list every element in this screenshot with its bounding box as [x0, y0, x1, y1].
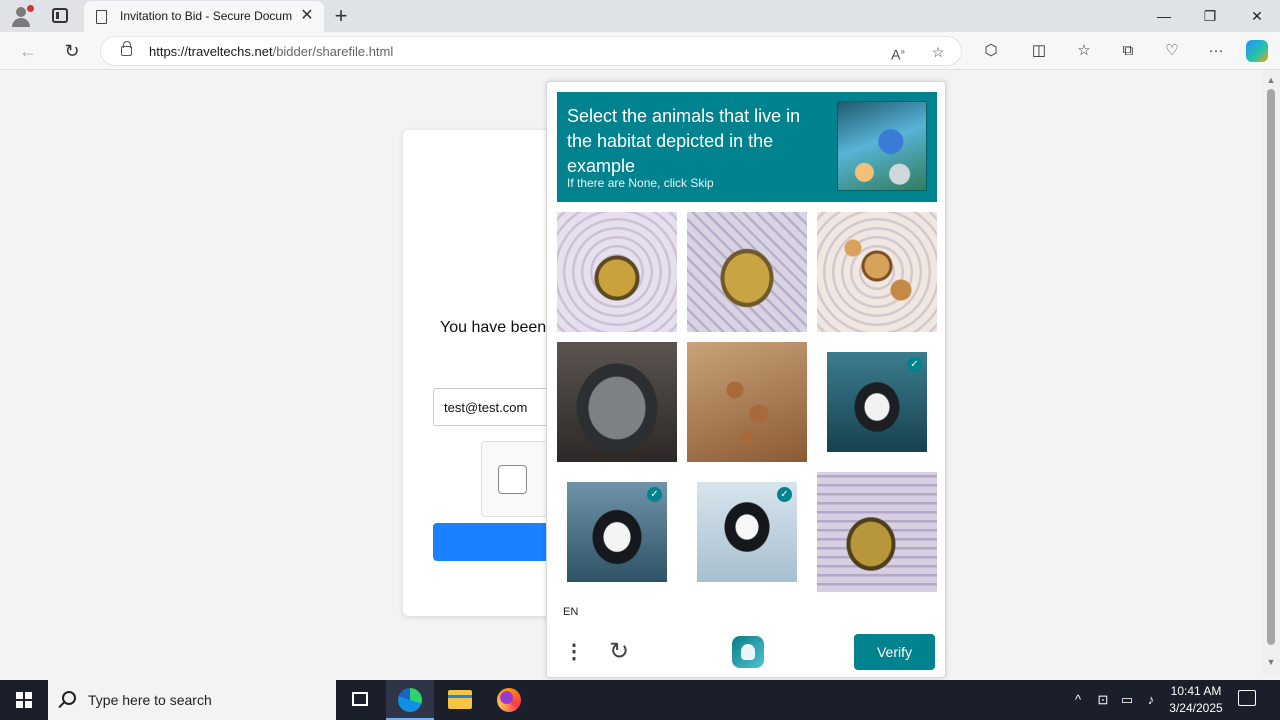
split-screen-icon[interactable]: ◫ — [1026, 38, 1052, 64]
close-window-button[interactable]: ✕ — [1234, 0, 1280, 32]
profile-icon[interactable] — [8, 4, 36, 28]
taskbar-file-explorer[interactable] — [436, 680, 484, 720]
browser-essentials-icon[interactable]: ♡ — [1159, 38, 1185, 64]
challenge-tile-race-car[interactable] — [817, 472, 937, 592]
challenge-tile-giraffe[interactable] — [817, 212, 937, 332]
challenge-tile-penguin[interactable]: ✓ — [567, 482, 667, 582]
favorite-star-icon[interactable]: ☆ — [927, 41, 949, 63]
taskbar: Type here to search ^ ⊡ ▭ ♪ 10:41 AM 3/2… — [0, 680, 1280, 720]
notification-icon[interactable] — [1238, 690, 1256, 706]
challenge-tile-race-car[interactable] — [687, 212, 807, 332]
clock-date: 3/24/2025 — [1169, 701, 1223, 715]
new-tab-button[interactable]: + — [330, 2, 352, 30]
back-button[interactable]: ← — [13, 37, 43, 65]
task-view-button[interactable] — [336, 680, 384, 720]
volume-icon[interactable]: ♪ — [1142, 690, 1160, 710]
taskbar-search[interactable]: Type here to search — [48, 680, 336, 720]
tab-actions-icon[interactable] — [52, 8, 68, 23]
restore-button[interactable]: ❐ — [1187, 0, 1233, 32]
captcha-checkbox[interactable] — [498, 465, 527, 494]
challenge-tile-penguin[interactable]: ✓ — [697, 482, 797, 582]
windows-logo-icon — [16, 692, 32, 708]
url-host: https://traveltechs.net — [149, 44, 273, 59]
folder-icon — [448, 690, 472, 709]
extensions-icon[interactable]: ⬡ — [978, 38, 1004, 64]
challenge-tile-giraffe[interactable] — [687, 342, 807, 462]
task-view-icon — [352, 692, 368, 706]
search-icon — [62, 691, 76, 705]
menu-dots-icon[interactable]: ⋮ — [563, 640, 585, 664]
more-options-icon[interactable]: ··· — [1203, 38, 1229, 64]
challenge-tile-race-car[interactable] — [557, 212, 677, 332]
url-path: /bidder/sharefile.html — [272, 44, 394, 59]
verify-button[interactable]: Verify — [854, 634, 935, 670]
favorites-icon[interactable]: ☆ — [1071, 38, 1097, 64]
lock-icon[interactable] — [121, 41, 132, 56]
captcha-challenge: Select the animals that live in the habi… — [546, 81, 946, 678]
navigation-bar: ← ↻ https://traveltechs.net/bidder/share… — [0, 32, 1280, 70]
address-bar[interactable]: https://traveltechs.net/bidder/sharefile… — [100, 36, 962, 66]
edge-icon — [398, 688, 422, 712]
challenge-subprompt: If there are None, click Skip — [567, 176, 714, 190]
selected-check-icon: ✓ — [907, 357, 922, 372]
card-message: You have been — [440, 319, 547, 336]
chevron-up-icon[interactable]: ^ — [1070, 690, 1086, 710]
taskbar-edge[interactable] — [386, 680, 434, 720]
selected-check-icon: ✓ — [647, 487, 662, 502]
challenge-prompt: Select the animals that live in the habi… — [567, 106, 801, 176]
search-placeholder: Type here to search — [88, 692, 212, 708]
display-icon[interactable]: ▭ — [1118, 690, 1136, 710]
taskbar-firefox[interactable] — [485, 680, 533, 720]
page-scrollbar[interactable]: ▲ ▼ — [1262, 71, 1280, 677]
challenge-header: Select the animals that live in the habi… — [557, 92, 937, 202]
minimize-button[interactable]: — — [1141, 0, 1187, 32]
browser-title-bar: Invitation to Bid - Secure Docum ✕ + — ❐… — [0, 0, 1280, 32]
challenge-tile-pressure-cooker[interactable] — [557, 342, 677, 462]
start-button[interactable] — [0, 680, 48, 720]
watermark-logo — [1038, 608, 1238, 668]
copilot-icon[interactable] — [1246, 40, 1268, 62]
example-image — [837, 101, 927, 191]
collections-icon[interactable]: ⧉ — [1115, 38, 1141, 64]
clock-time: 10:41 AM — [1170, 684, 1222, 698]
scroll-down-icon[interactable]: ▼ — [1266, 657, 1276, 667]
refresh-challenge-icon[interactable]: ↻ — [605, 638, 633, 666]
page-icon — [96, 10, 107, 24]
challenge-tile-penguin[interactable]: ✓ — [827, 352, 927, 452]
url-text[interactable]: https://traveltechs.net/bidder/sharefile… — [149, 44, 393, 59]
scroll-up-icon[interactable]: ▲ — [1266, 75, 1276, 85]
scroll-thumb[interactable] — [1267, 89, 1275, 645]
selected-check-icon: ✓ — [777, 487, 792, 502]
firefox-icon — [497, 688, 521, 712]
hcaptcha-logo-icon — [732, 636, 764, 668]
tab-close-button[interactable]: ✕ — [298, 5, 316, 27]
language-selector[interactable]: EN — [563, 606, 578, 618]
network-icon[interactable]: ⊡ — [1094, 690, 1112, 710]
browser-tab[interactable]: Invitation to Bid - Secure Docum ✕ — [84, 1, 324, 32]
tab-title: Invitation to Bid - Secure Docum — [120, 9, 293, 23]
read-aloud-icon[interactable]: A» — [887, 41, 909, 63]
refresh-button[interactable]: ↻ — [57, 37, 87, 65]
system-clock[interactable]: 10:41 AM 3/24/2025 — [1166, 683, 1226, 717]
